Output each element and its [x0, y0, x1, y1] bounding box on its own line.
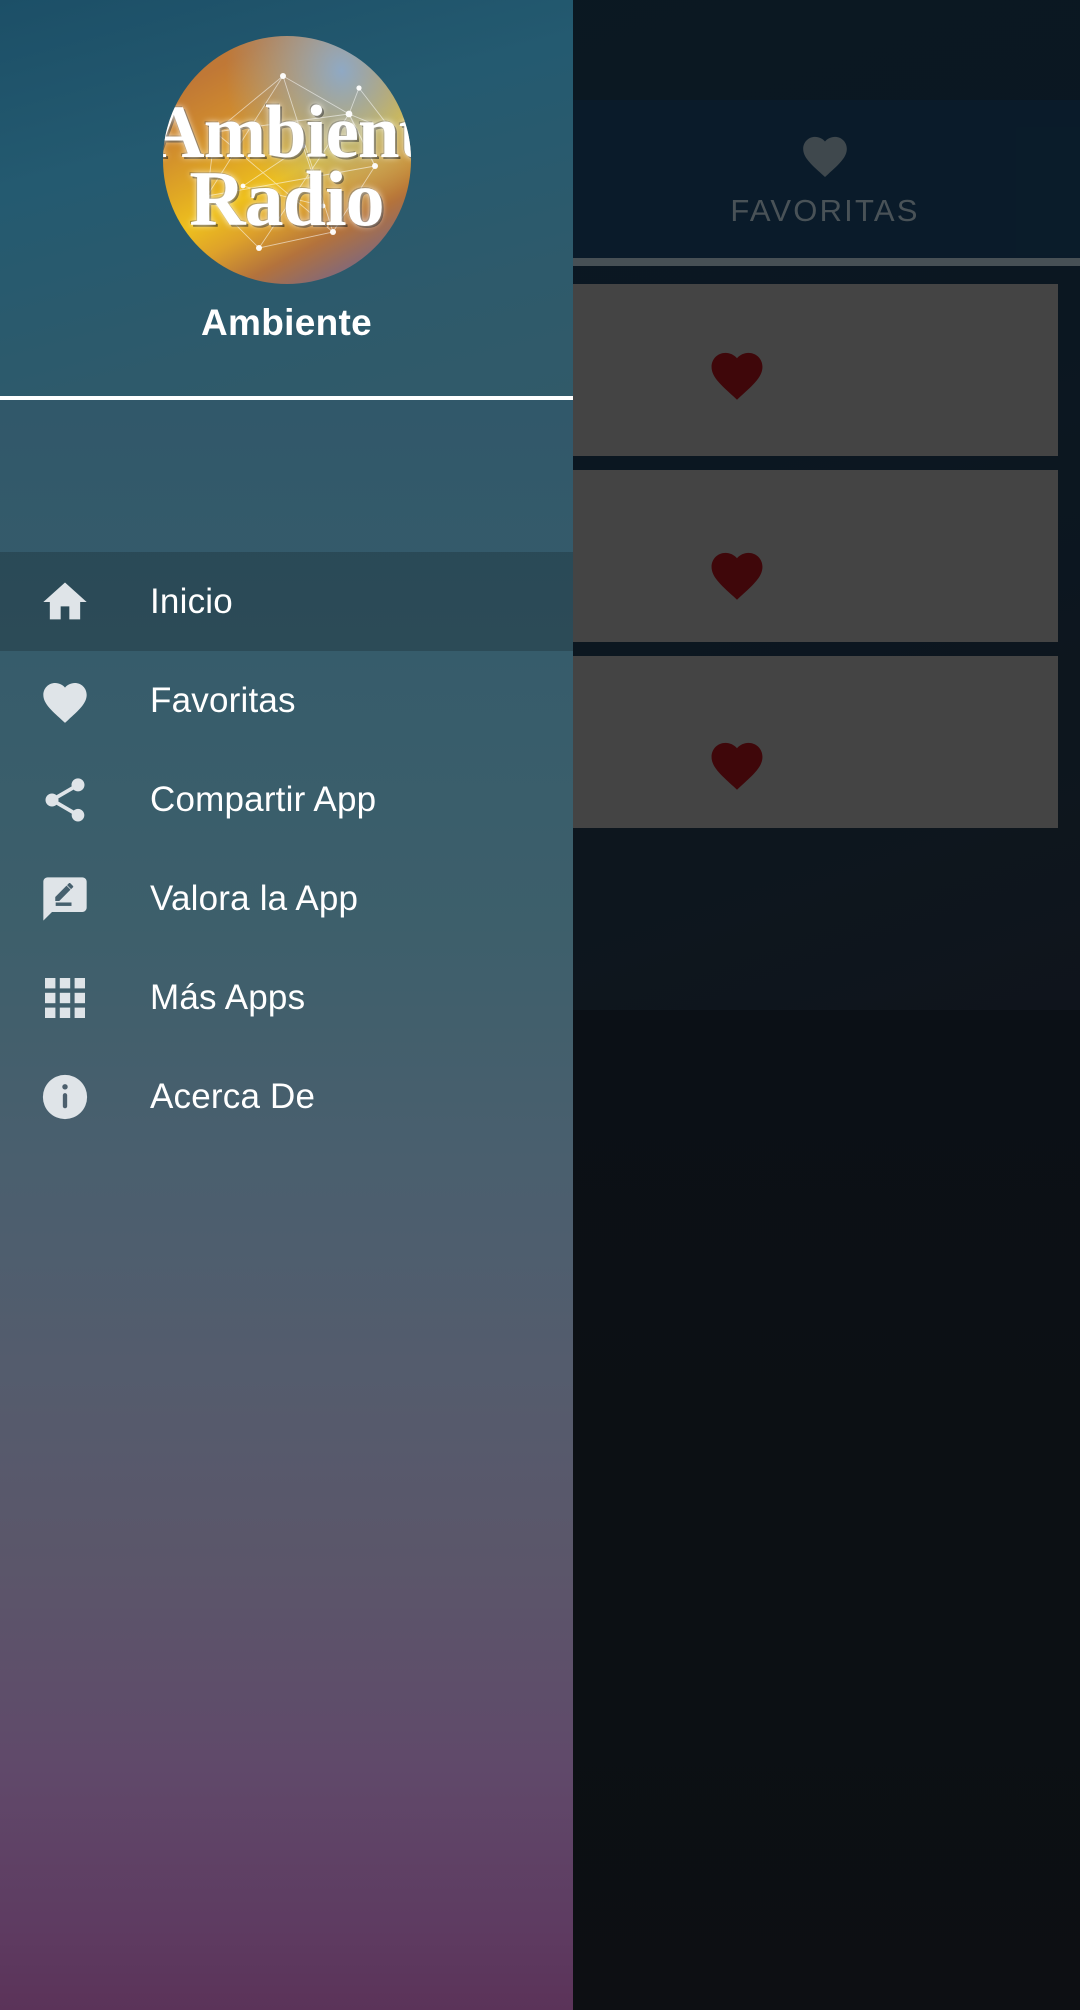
heart-icon	[798, 131, 852, 179]
ambient-radio-logo: Ambient Radio	[162, 36, 411, 284]
tab-indicator	[570, 258, 1080, 266]
menu-item-acerca-de[interactable]: Acerca De	[0, 1047, 573, 1146]
menu-item-mas-apps[interactable]: Más Apps	[0, 948, 573, 1047]
menu-item-label: Inicio	[150, 581, 233, 621]
heart-icon	[34, 670, 96, 732]
heart-filled-icon[interactable]	[706, 546, 768, 607]
menu-item-label: Valora la App	[150, 878, 359, 918]
logo-text: Ambient Radio	[163, 36, 411, 284]
header-divider	[0, 396, 573, 400]
drawer-menu: Inicio Favoritas Compartir App Valora la…	[0, 552, 573, 1146]
list-empty-area	[570, 1010, 1080, 2010]
home-icon	[34, 571, 96, 633]
drawer-header: Ambient Radio Ambiente	[0, 0, 573, 400]
navigation-drawer: Ambient Radio Ambiente Inicio Favoritas …	[0, 0, 573, 2010]
menu-item-compartir-app[interactable]: Compartir App	[0, 750, 573, 849]
menu-item-label: Acerca De	[150, 1076, 316, 1116]
menu-item-valora-la-app[interactable]: Valora la App	[0, 849, 573, 948]
apps-grid-icon	[34, 967, 96, 1029]
app-root: FAVORITAS Ambient Radio Ambiente Inicio …	[0, 0, 1080, 2010]
menu-item-inicio[interactable]: Inicio	[0, 552, 573, 651]
menu-item-favoritas[interactable]: Favoritas	[0, 651, 573, 750]
info-icon	[34, 1066, 96, 1128]
station-card[interactable]	[572, 656, 1058, 828]
tab-label: FAVORITAS	[730, 193, 920, 228]
tab-favoritas[interactable]: FAVORITAS	[570, 100, 1080, 260]
heart-filled-icon[interactable]	[706, 346, 768, 407]
rate-review-icon	[34, 868, 96, 930]
logo-line-2: Radio	[189, 154, 384, 242]
station-card[interactable]	[572, 470, 1058, 642]
menu-item-label: Compartir App	[150, 779, 377, 819]
drawer-subtitle: Ambiente	[201, 302, 372, 343]
station-card[interactable]	[572, 284, 1058, 456]
share-icon	[34, 769, 96, 831]
heart-filled-icon[interactable]	[706, 736, 768, 797]
menu-item-label: Más Apps	[150, 977, 306, 1017]
menu-item-label: Favoritas	[150, 680, 296, 720]
